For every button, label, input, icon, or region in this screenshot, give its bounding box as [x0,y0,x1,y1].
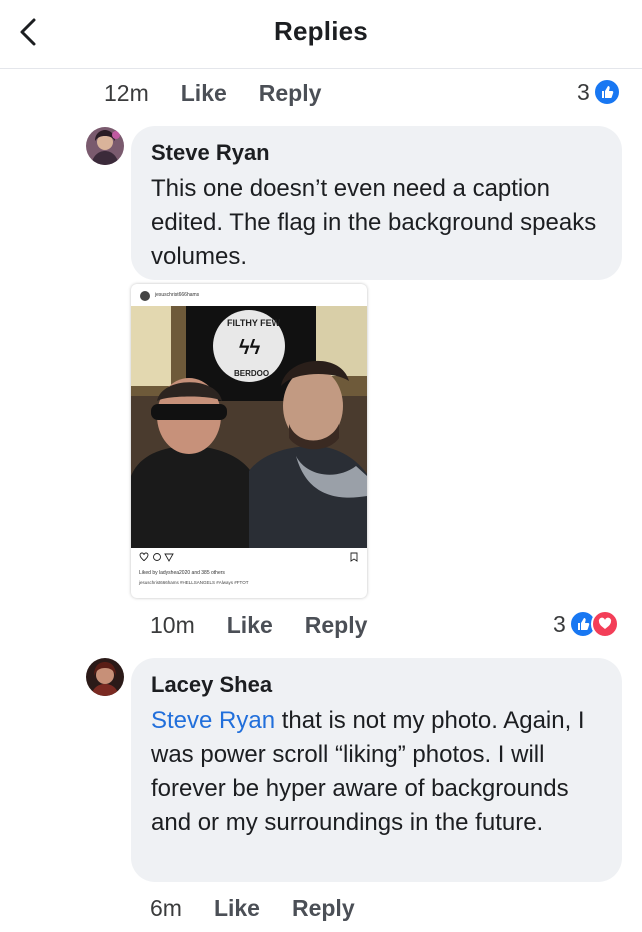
comment-bubble[interactable]: Lacey Shea Steve Ryan that is not my pho… [131,658,622,882]
page-title: Replies [274,16,368,46]
like-button[interactable]: Like [181,80,227,107]
post-photo: FILTHY FEW ϟϟ BERDOO [131,306,367,548]
like-button[interactable]: Like [227,612,273,639]
comment-actions: 10m Like Reply [150,612,399,639]
post-action-icons [139,552,358,562]
like-button[interactable]: Like [214,895,260,922]
comment-actions: 6m Like Reply [150,895,387,922]
comment-time: 12m [104,80,149,106]
post-caption: jesuschrist666hams #HELLSANGELS #Always … [139,580,249,585]
patch-top-text: FILTHY FEW [227,318,281,328]
like-reaction-icon [592,78,621,106]
reaction-summary[interactable]: 3 [577,78,621,106]
mention-link[interactable]: Steve Ryan [151,707,275,734]
reaction-summary[interactable]: 3 [553,610,619,638]
reaction-count: 3 [577,78,590,105]
comment-time: 10m [150,612,195,638]
avatar[interactable] [86,127,124,165]
reaction-count: 3 [553,610,566,637]
avatar[interactable] [86,658,124,696]
svg-text:ϟϟ: ϟϟ [239,337,261,359]
parent-comment-actions: 12m Like Reply [104,80,353,107]
reply-button[interactable]: Reply [305,612,368,639]
comment-time: 6m [150,895,182,921]
patch-bottom-text: BERDOO [234,369,269,378]
love-reaction-icon [590,610,619,638]
post-avatar-icon [140,291,150,301]
reply-button[interactable]: Reply [292,895,355,922]
header-bar: Replies [0,0,642,69]
attached-post-image[interactable]: jesuschrist666hams FILTHY FEW ϟϟ BERDOO … [131,284,367,598]
post-liked-by: Liked by ladyshea2020 and 385 others [139,570,225,576]
comment-author[interactable]: Lacey Shea [151,672,602,698]
post-username: jesuschrist666hams [155,292,200,298]
comment-author[interactable]: Steve Ryan [151,140,602,166]
comment-bubble[interactable]: Steve Ryan This one doesn’t even need a … [131,126,622,280]
comment-text: Steve Ryan that is not my photo. Again, … [151,704,602,840]
comment-text: This one doesn’t even need a caption edi… [151,175,597,270]
reply-button[interactable]: Reply [259,80,322,107]
